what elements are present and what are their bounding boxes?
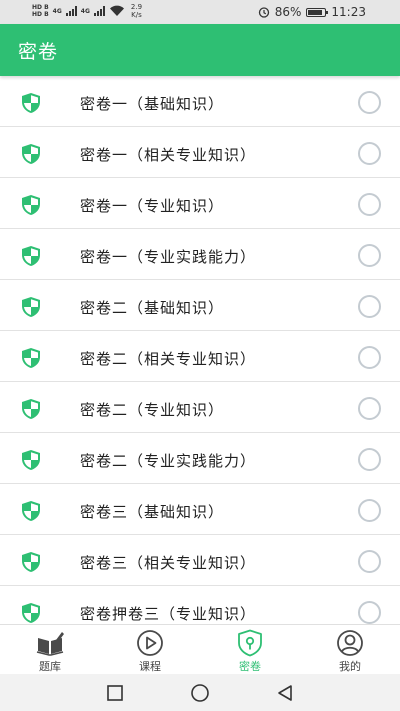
- sim2-label: HD B: [32, 11, 49, 18]
- list-item[interactable]: 密卷二（基础知识）: [0, 280, 400, 331]
- home-icon[interactable]: [190, 683, 210, 703]
- shield-icon: [20, 551, 42, 573]
- status-bar: HD B HD B 4G 4G 2.9 K/s 86% 11:23: [0, 0, 400, 24]
- list-item-label: 密卷一（专业知识）: [80, 197, 225, 215]
- speed-unit: K/s: [131, 11, 142, 19]
- shield-icon: [20, 296, 42, 318]
- select-radio[interactable]: [358, 244, 381, 267]
- recent-apps-icon[interactable]: [105, 683, 125, 703]
- list-item[interactable]: 密卷押卷三（专业知识）: [0, 586, 400, 624]
- shield-icon: [20, 143, 42, 165]
- net1-label: 4G: [52, 7, 62, 15]
- shield-icon: [20, 449, 42, 471]
- lock-shield-icon: [238, 629, 262, 657]
- clock: 11:23: [331, 5, 366, 19]
- select-radio[interactable]: [358, 601, 381, 624]
- list-item-label: 密卷二（专业实践能力）: [80, 452, 257, 470]
- shield-icon: [20, 602, 42, 624]
- page-title: 密卷: [18, 40, 59, 63]
- shield-icon: [20, 92, 42, 114]
- user-icon: [337, 630, 363, 656]
- signal-icon-2: [93, 6, 105, 16]
- sim-indicators: HD B HD B: [32, 4, 49, 18]
- select-radio[interactable]: [358, 499, 381, 522]
- select-radio[interactable]: [358, 295, 381, 318]
- system-nav-bar: [0, 674, 400, 711]
- tab-label: 我的: [339, 660, 361, 673]
- network-type: 4G: [53, 8, 62, 15]
- wifi-icon: [109, 5, 124, 17]
- list-item[interactable]: 密卷一（专业实践能力）: [0, 229, 400, 280]
- battery-icon: [306, 7, 329, 17]
- app-bar: 密卷: [0, 24, 400, 76]
- select-radio[interactable]: [358, 397, 381, 420]
- play-icon: [137, 630, 163, 656]
- shield-icon: [20, 245, 42, 267]
- battery-percent: 86%: [274, 5, 302, 19]
- list-item[interactable]: 密卷二（专业知识）: [0, 382, 400, 433]
- select-radio[interactable]: [358, 448, 381, 471]
- list-item[interactable]: 密卷一（相关专业知识）: [0, 127, 400, 178]
- list-item-label: 密卷二（基础知识）: [80, 299, 225, 317]
- alarm-icon: [258, 7, 269, 18]
- signal-icon: [65, 6, 77, 16]
- select-radio[interactable]: [358, 142, 381, 165]
- shield-icon: [20, 347, 42, 369]
- list-item[interactable]: 密卷二（专业实践能力）: [0, 433, 400, 484]
- list-item-label: 密卷三（基础知识）: [80, 503, 225, 521]
- status-left: HD B HD B 4G 4G 2.9 K/s: [32, 3, 142, 19]
- tab-courses[interactable]: 课程: [100, 625, 200, 674]
- select-radio[interactable]: [358, 193, 381, 216]
- list-item[interactable]: 密卷一（专业知识）: [0, 178, 400, 229]
- shield-icon: [20, 500, 42, 522]
- tab-profile[interactable]: 我的: [300, 625, 400, 674]
- shield-icon: [20, 194, 42, 216]
- list-item-label: 密卷一（基础知识）: [80, 95, 225, 113]
- tab-secret-exams[interactable]: 密卷: [200, 625, 300, 674]
- list-item-label: 密卷三（相关专业知识）: [80, 554, 257, 572]
- list-item-label: 密卷押卷三（专业知识）: [80, 605, 257, 623]
- book-icon: [36, 632, 64, 656]
- network-type-2: 4G: [81, 8, 90, 15]
- network-speed: 2.9 K/s: [131, 3, 142, 19]
- list-item[interactable]: 密卷二（相关专业知识）: [0, 331, 400, 382]
- exam-list: 密卷一（基础知识） 密卷一（相关专业知识） 密卷一（专业知识） 密卷一（专业实践能力）…: [0, 76, 400, 624]
- list-item-label: 密卷二（相关专业知识）: [80, 350, 257, 368]
- select-radio[interactable]: [358, 550, 381, 573]
- speed-value: 2.9: [130, 3, 143, 11]
- tab-label: 课程: [139, 660, 161, 673]
- list-item[interactable]: 密卷三（基础知识）: [0, 484, 400, 535]
- status-right: 86% 11:23: [258, 5, 366, 19]
- tab-question-bank[interactable]: 题库: [0, 625, 100, 674]
- list-item-label: 密卷二（专业知识）: [80, 401, 225, 419]
- shield-icon: [20, 398, 42, 420]
- list-item-label: 密卷一（专业实践能力）: [80, 248, 257, 266]
- select-radio[interactable]: [358, 346, 381, 369]
- tab-label: 题库: [39, 660, 61, 673]
- tab-label: 密卷: [239, 660, 261, 673]
- list-item[interactable]: 密卷三（相关专业知识）: [0, 535, 400, 586]
- net2-label: 4G: [80, 7, 90, 15]
- back-icon[interactable]: [275, 683, 295, 703]
- bottom-tab-bar: 题库 课程 密卷 我的: [0, 624, 400, 674]
- list-item[interactable]: 密卷一（基础知识）: [0, 76, 400, 127]
- sim1-label: HD B: [32, 4, 49, 11]
- select-radio[interactable]: [358, 91, 381, 114]
- list-item-label: 密卷一（相关专业知识）: [80, 146, 257, 164]
